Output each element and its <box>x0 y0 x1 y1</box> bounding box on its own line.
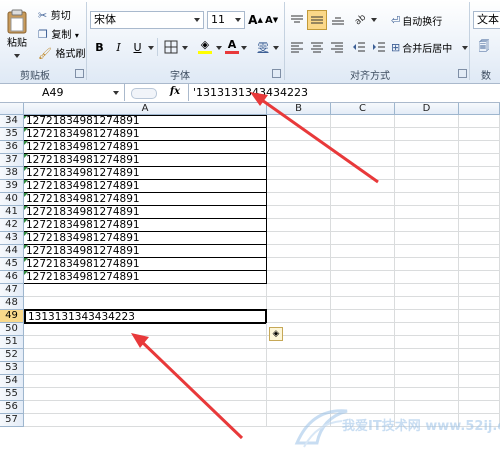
arrow-to-cell-a49 <box>138 338 244 440</box>
annotation-arrows <box>131 92 379 440</box>
arrow-to-formula-bar <box>258 96 379 184</box>
